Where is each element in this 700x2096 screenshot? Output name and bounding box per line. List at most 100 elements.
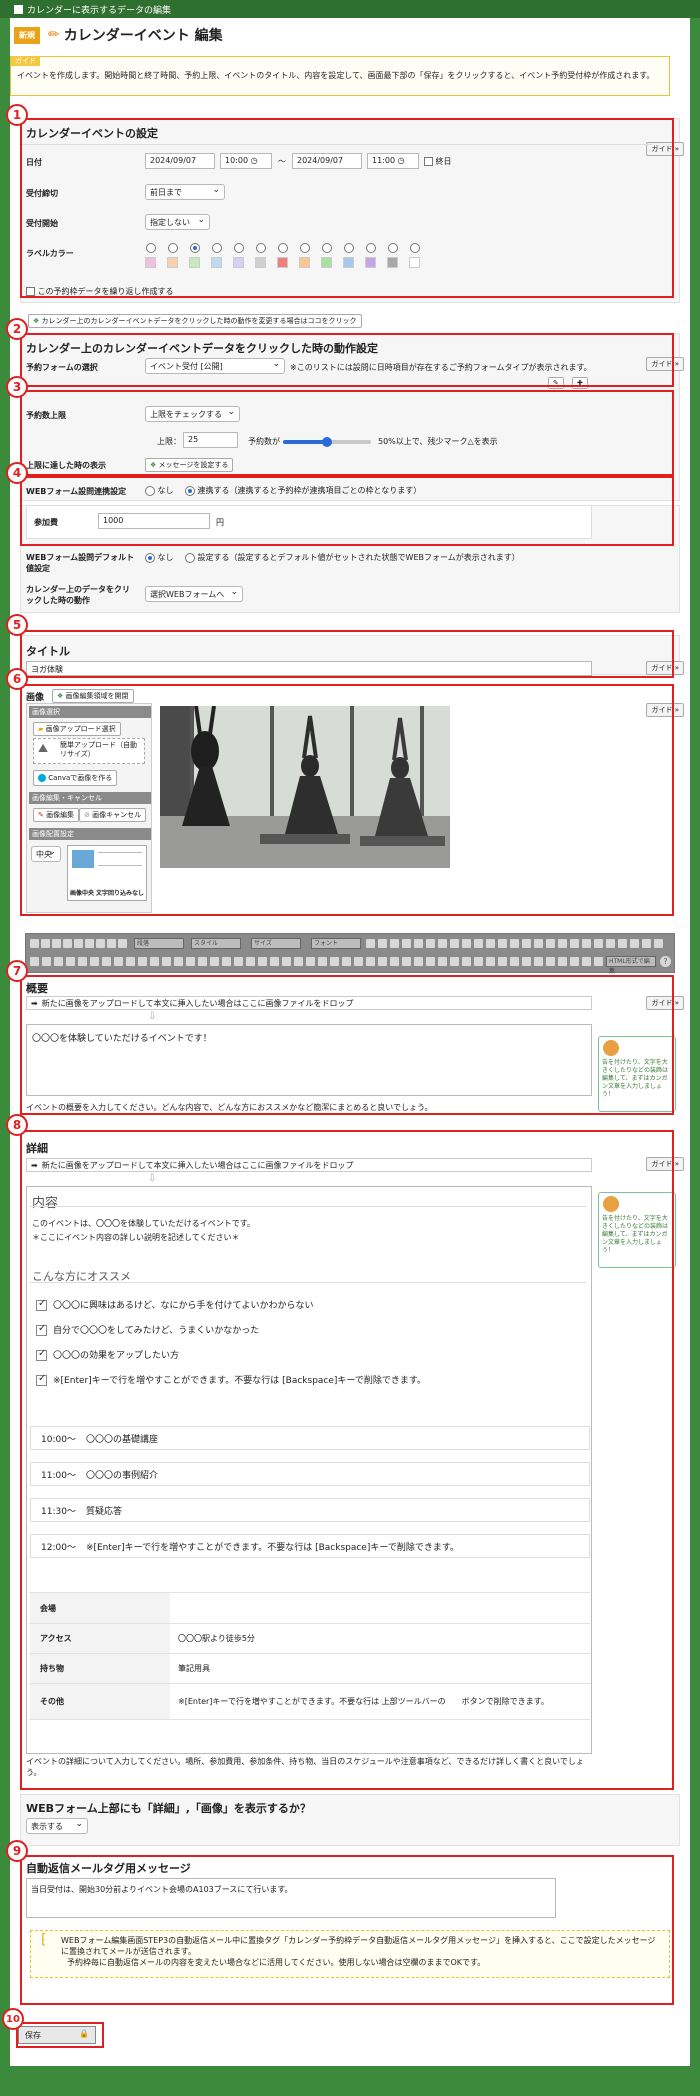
- toolbar-button-icon[interactable]: [114, 957, 123, 966]
- toolbar-button-icon[interactable]: [438, 939, 447, 948]
- allday-checkbox[interactable]: [424, 157, 433, 166]
- toolbar-button-icon[interactable]: [570, 957, 579, 966]
- image-cancel-button[interactable]: ⊘ 画像キャンセル: [79, 808, 147, 822]
- toolbar-button-icon[interactable]: [450, 957, 459, 966]
- toolbar-button-icon[interactable]: [210, 957, 219, 966]
- image-edit-button[interactable]: ✎ 画像編集: [33, 808, 80, 822]
- layout-preview[interactable]: 画像中央 文字回り込みなし: [67, 845, 147, 901]
- end-time-input[interactable]: 11:00 ◷: [367, 153, 419, 169]
- toolbar-button-icon[interactable]: [510, 939, 519, 948]
- toolbar-button-icon[interactable]: [654, 939, 663, 948]
- slider-knob[interactable]: [322, 437, 332, 447]
- toolbar-button-icon[interactable]: [78, 957, 87, 966]
- toolbar-button-icon[interactable]: [582, 939, 591, 948]
- toolbar-button-icon[interactable]: [462, 939, 471, 948]
- toolbar-button-icon[interactable]: [402, 957, 411, 966]
- toolbar-button-icon[interactable]: [498, 957, 507, 966]
- toolbar-button-icon[interactable]: [414, 939, 423, 948]
- toolbar-button-icon[interactable]: [85, 939, 94, 948]
- end-date-input[interactable]: 2024/09/07: [292, 153, 362, 169]
- style-select[interactable]: スタイル: [191, 938, 241, 949]
- color-radio[interactable]: [256, 243, 266, 253]
- toolbar-button-icon[interactable]: [234, 957, 243, 966]
- title-input[interactable]: ヨガ体験: [26, 661, 592, 676]
- toolbar-button-icon[interactable]: [222, 957, 231, 966]
- repeat-checkbox[interactable]: [26, 287, 35, 296]
- default-set-radio[interactable]: [185, 552, 195, 563]
- toolbar-button-icon[interactable]: [30, 957, 39, 966]
- toolbar-button-icon[interactable]: [438, 957, 447, 966]
- color-radio[interactable]: [344, 243, 354, 253]
- toolbar-button-icon[interactable]: [138, 957, 147, 966]
- edit-form-button[interactable]: ✎: [548, 377, 564, 389]
- color-radio[interactable]: [146, 243, 156, 253]
- toolbar-button-icon[interactable]: [558, 957, 567, 966]
- toolbar-button-icon[interactable]: [534, 939, 543, 948]
- limit-select[interactable]: 上限をチェックする: [145, 406, 240, 422]
- default-option-set[interactable]: 設定する（設定するとデフォルト値がセットされた状態でWEBフォームが表示されます…: [185, 552, 520, 563]
- fee-input[interactable]: 1000: [98, 513, 210, 529]
- toolbar-button-icon[interactable]: [342, 957, 351, 966]
- color-radio[interactable]: [278, 243, 288, 253]
- start-date-input[interactable]: 2024/09/07: [145, 153, 215, 169]
- upload-button[interactable]: ▰ 画像アップロード選択: [33, 722, 121, 736]
- link-option-none[interactable]: なし: [145, 485, 174, 496]
- link-option-on[interactable]: 連携する（連携すると予約枠が連携項目ごとの枠となります）: [185, 485, 421, 496]
- toolbar-button-icon[interactable]: [63, 939, 72, 948]
- toolbar-button-icon[interactable]: [150, 957, 159, 966]
- toolbar-button-icon[interactable]: [402, 939, 411, 948]
- toolbar-button-icon[interactable]: [426, 957, 435, 966]
- toolbar-button-icon[interactable]: [366, 957, 375, 966]
- toolbar-button-icon[interactable]: [41, 939, 50, 948]
- toolbar-button-icon[interactable]: [52, 939, 61, 948]
- toolbar-button-icon[interactable]: [486, 939, 495, 948]
- color-radio[interactable]: [322, 243, 332, 253]
- toolbar-button-icon[interactable]: [450, 939, 459, 948]
- color-radio[interactable]: [410, 243, 420, 253]
- toolbar-button-icon[interactable]: [174, 957, 183, 966]
- deadline-select[interactable]: 前日まで: [145, 184, 225, 200]
- toolbar-button-icon[interactable]: [306, 957, 315, 966]
- toolbar-button-icon[interactable]: [186, 957, 195, 966]
- font-select[interactable]: フォント: [311, 938, 361, 949]
- toolbar-button-icon[interactable]: [606, 939, 615, 948]
- add-form-button[interactable]: ✚: [572, 377, 588, 389]
- guide-button[interactable]: ガイド »: [646, 142, 684, 156]
- upper-input[interactable]: 25: [183, 432, 238, 448]
- toolbar-button-icon[interactable]: [618, 939, 627, 948]
- size-select[interactable]: サイズ: [251, 938, 301, 949]
- color-radio[interactable]: [190, 243, 200, 253]
- toolbar-button-icon[interactable]: [426, 939, 435, 948]
- help-icon[interactable]: ?: [660, 956, 671, 967]
- toolbar-button-icon[interactable]: [30, 939, 39, 948]
- toolbar-button-icon[interactable]: [486, 957, 495, 966]
- color-radio[interactable]: [300, 243, 310, 253]
- align-select[interactable]: 中央: [31, 846, 61, 862]
- toolbar-button-icon[interactable]: [318, 957, 327, 966]
- toolbar-button-icon[interactable]: [354, 957, 363, 966]
- toolbar-button-icon[interactable]: [54, 957, 63, 966]
- paragraph-select[interactable]: 段落: [134, 938, 184, 949]
- toolbar-button-icon[interactable]: [90, 957, 99, 966]
- toolbar-button-icon[interactable]: [534, 957, 543, 966]
- toolbar-button-icon[interactable]: [270, 957, 279, 966]
- start-time-input[interactable]: 10:00 ◷: [220, 153, 272, 169]
- toolbar-button-icon[interactable]: [66, 957, 75, 966]
- toolbar-button-icon[interactable]: [378, 939, 387, 948]
- color-radio[interactable]: [212, 243, 222, 253]
- threshold-slider[interactable]: [283, 437, 371, 447]
- toolbar-button-icon[interactable]: [570, 939, 579, 948]
- toolbar-button-icon[interactable]: [258, 957, 267, 966]
- toolbar-button-icon[interactable]: [330, 957, 339, 966]
- set-message-button[interactable]: ❖ メッセージを設定する: [145, 458, 234, 472]
- color-radio[interactable]: [366, 243, 376, 253]
- toolbar-button-icon[interactable]: [630, 939, 639, 948]
- summary-dropzone[interactable]: ➡ 新たに画像をアップロードして本文に挿入したい場合はここに画像ファイルをドロップ: [26, 996, 592, 1010]
- allday-option[interactable]: 終日: [424, 156, 452, 167]
- mail-tag-input[interactable]: 当日受付は、開始30分前よりイベント会場のA103ブースにて行います。: [26, 1878, 556, 1918]
- simple-upload-button[interactable]: ⛰ 簡単アップロード（自動リサイズ）: [33, 738, 145, 764]
- toolbar-button-icon[interactable]: [107, 939, 116, 948]
- toolbar-button-icon[interactable]: [42, 957, 51, 966]
- toolbar-button-icon[interactable]: [546, 939, 555, 948]
- toolbar-button-icon[interactable]: [498, 939, 507, 948]
